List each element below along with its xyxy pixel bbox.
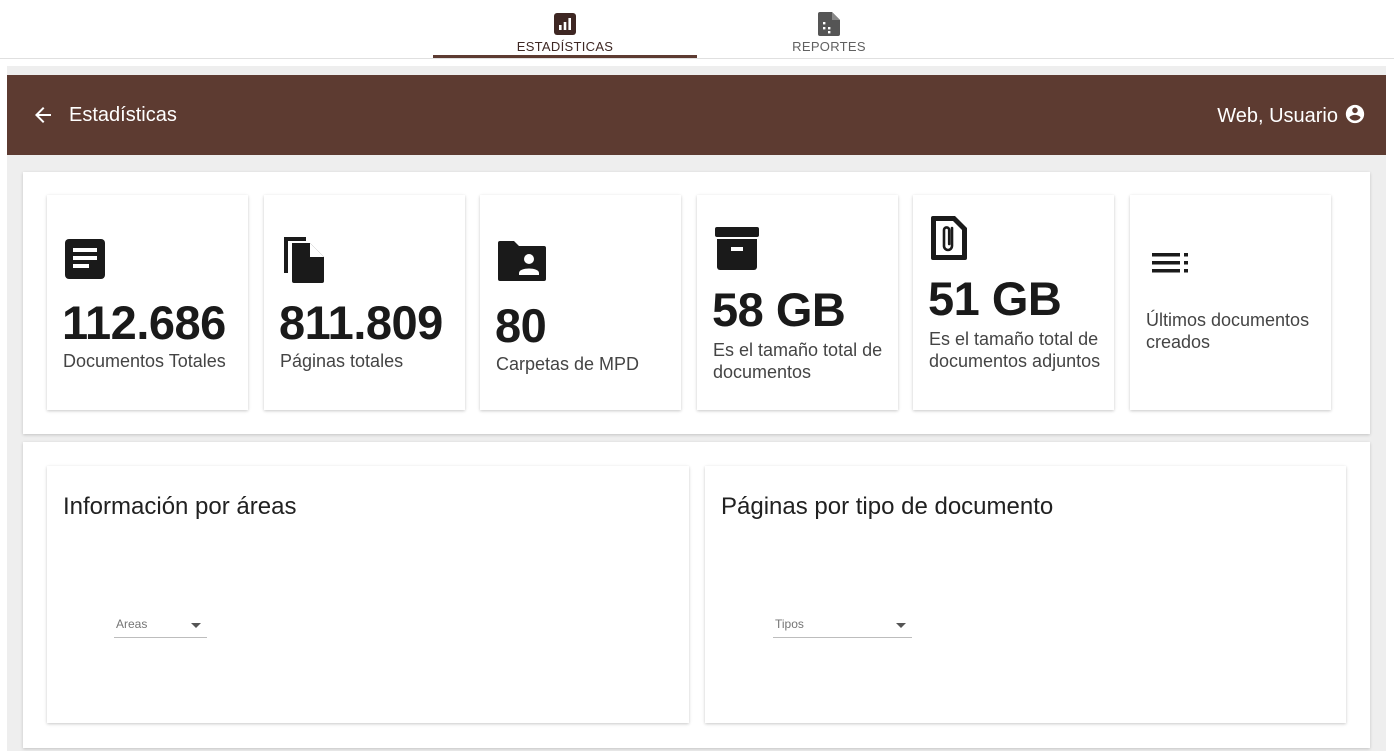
page-header: Estadísticas Web, Usuario bbox=[7, 75, 1386, 155]
stat-value: 811.809 bbox=[279, 296, 443, 349]
stat-label: Páginas totales bbox=[280, 351, 404, 371]
chart-card-areas: Información por áreas Areas bbox=[47, 466, 689, 723]
chart-title: Información por áreas bbox=[63, 493, 297, 520]
stat-value: 112.686 bbox=[62, 296, 226, 349]
tab-reportes[interactable]: REPORTES bbox=[697, 0, 961, 58]
stat-card-carpetas[interactable]: 80 Carpetas de MPD bbox=[480, 195, 681, 410]
report-file-icon bbox=[817, 12, 841, 36]
chevron-down-icon bbox=[896, 623, 906, 628]
stat-label: Es el tamaño total de documentos adjunto… bbox=[929, 329, 1101, 371]
archive-box-icon bbox=[713, 225, 761, 278]
top-tab-bar: ESTADÍSTICAS REPORTES bbox=[0, 0, 1394, 59]
stat-label: Carpetas de MPD bbox=[496, 354, 640, 374]
arrow-back-icon[interactable] bbox=[31, 103, 55, 127]
areas-select[interactable]: Areas bbox=[114, 613, 207, 638]
stat-label: Documentos Totales bbox=[63, 351, 226, 371]
tab-label: ESTADÍSTICAS bbox=[516, 39, 614, 54]
stat-label: Últimos documentos creados bbox=[1146, 310, 1310, 352]
tipos-select[interactable]: Tipos bbox=[773, 613, 912, 638]
folder-user-icon bbox=[496, 239, 548, 288]
list-icon bbox=[1146, 251, 1192, 284]
stat-card-paginas[interactable]: 811.809 Páginas totales bbox=[264, 195, 465, 410]
stat-card-ultimos-documentos[interactable]: Últimos documentos creados bbox=[1130, 195, 1331, 410]
tab-estadisticas[interactable]: ESTADÍSTICAS bbox=[433, 0, 697, 58]
tab-label: REPORTES bbox=[792, 39, 866, 54]
stat-value: 51 GB bbox=[928, 272, 1062, 325]
stat-value: 58 GB bbox=[712, 283, 846, 336]
stat-value: 80 bbox=[495, 299, 547, 352]
document-icon bbox=[63, 237, 107, 286]
chevron-down-icon bbox=[191, 623, 201, 628]
attachment-file-icon bbox=[929, 214, 969, 267]
account-circle-icon bbox=[1344, 103, 1366, 130]
stat-card-documentos[interactable]: 112.686 Documentos Totales bbox=[47, 195, 248, 410]
page-title: Estadísticas bbox=[69, 104, 177, 126]
select-placeholder: Areas bbox=[116, 617, 148, 631]
copy-pages-icon bbox=[280, 233, 328, 290]
stat-label: Es el tamaño total de documentos bbox=[713, 340, 883, 382]
bar-chart-icon bbox=[553, 12, 577, 36]
user-menu[interactable]: Web, Usuario bbox=[1217, 103, 1366, 130]
charts-panel: Información por áreas Areas Páginas por … bbox=[23, 442, 1370, 748]
chart-title: Páginas por tipo de documento bbox=[721, 493, 1054, 520]
user-name: Web, Usuario bbox=[1217, 105, 1338, 127]
stat-card-tamano-documentos[interactable]: 58 GB Es el tamaño total de documentos bbox=[697, 195, 898, 410]
stats-panel: 112.686 Documentos Totales 811.809 Págin… bbox=[23, 172, 1370, 434]
chart-card-tipos: Páginas por tipo de documento Tipos bbox=[705, 466, 1346, 723]
select-placeholder: Tipos bbox=[775, 617, 804, 631]
stat-card-tamano-adjuntos[interactable]: 51 GB Es el tamaño total de documentos a… bbox=[913, 195, 1114, 410]
